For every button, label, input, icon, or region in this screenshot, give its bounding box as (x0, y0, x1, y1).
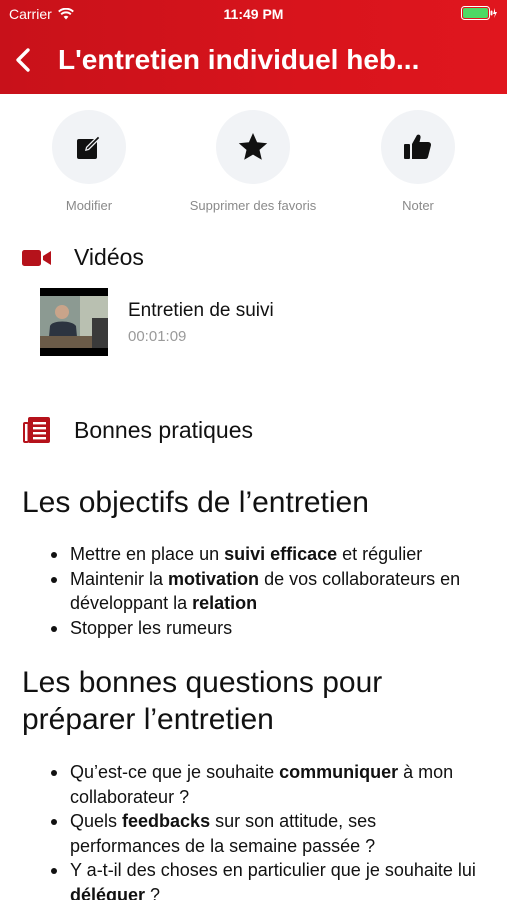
bold-text: déléguer (70, 884, 146, 900)
video-thumbnail-scene (40, 296, 108, 348)
star-icon (238, 133, 268, 160)
videos-section-title: Vidéos (74, 244, 144, 270)
bold-text: communiquer (279, 762, 399, 782)
chevron-left-icon (16, 48, 30, 72)
list-item: Stopper les rumeurs (51, 616, 490, 641)
text: Maintenir la (70, 568, 169, 589)
bold-text: suivi efficace (224, 544, 338, 564)
app-header: Carrier 11:49 PM L'entretien individuel … (0, 0, 507, 94)
list-item: Qu’est-ce que je souhaite communiquer à … (51, 760, 490, 809)
objectives-list: Mettre en place un suivi efficace et rég… (51, 542, 490, 641)
list-item: Mettre en place un suivi efficace et rég… (51, 542, 490, 567)
page-title: L'entretien individuel heb... (58, 44, 420, 75)
practices-section-header: Bonnes pratiques (22, 416, 253, 444)
text: Quels (70, 811, 123, 831)
video-thumbnail (40, 288, 108, 356)
video-title: Entretien de suivi (128, 300, 274, 321)
video-list-item[interactable]: Entretien de suivi 00:01:09 (40, 288, 480, 358)
list-item: Quels feedbacks sur son attitude, ses pe… (51, 809, 490, 858)
practices-section-title: Bonnes pratiques (74, 416, 254, 443)
edit-label: Modifier (65, 198, 113, 213)
video-duration: 00:01:09 (128, 328, 187, 345)
rate-button-circle (381, 110, 455, 184)
videos-section-header: Vidéos (22, 244, 144, 271)
text: Y a-t-il des choses en particulier que j… (70, 860, 476, 880)
text: et régulier (337, 544, 423, 564)
status-time: 11:49 PM (223, 6, 284, 22)
edit-button[interactable]: Modifier (14, 110, 164, 213)
bold-text: feedbacks (122, 811, 211, 831)
bold-text: relation (192, 593, 258, 613)
back-button[interactable] (8, 42, 38, 78)
text: ? (145, 884, 161, 900)
rate-label: Noter (402, 198, 434, 213)
objectives-heading: Les objectifs de l’entretien (22, 486, 369, 519)
edit-button-circle (52, 110, 126, 184)
edit-icon (77, 135, 101, 159)
text: Mettre en place un (70, 544, 225, 564)
thumbs-up-icon (404, 134, 432, 159)
text: Stopper les rumeurs (70, 617, 233, 638)
rate-button[interactable]: Noter (343, 110, 493, 213)
video-camera-icon (22, 249, 51, 266)
status-bar: Carrier 11:49 PM (0, 0, 507, 28)
bold-text: motivation (168, 568, 260, 589)
favorite-button-circle (216, 110, 290, 184)
questions-list: Qu’est-ce que je souhaite communiquer à … (51, 760, 490, 900)
action-bar: Modifier Supprimer des favoris Noter (0, 110, 507, 220)
text: Qu’est-ce que je souhaite (70, 762, 280, 782)
remove-favorite-button[interactable]: Supprimer des favoris (178, 110, 328, 213)
list-item: Maintenir la motivation de vos collabora… (51, 567, 490, 616)
remove-favorite-label: Supprimer des favoris (189, 198, 317, 213)
battery-icon (461, 6, 497, 20)
questions-heading: Les bonnes questions pour préparer l’ent… (22, 666, 383, 736)
list-item: Y a-t-il des choses en particulier que j… (51, 858, 490, 900)
video-thumbnail-picture (40, 296, 108, 348)
article-icon (23, 417, 50, 443)
navigation-bar: L'entretien individuel heb... (0, 28, 507, 94)
